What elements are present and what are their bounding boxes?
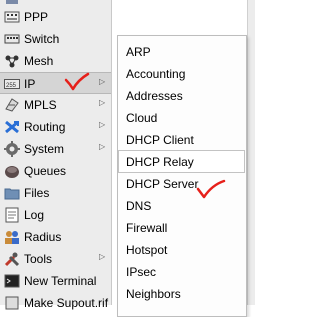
submenu-item-label: DHCP Relay bbox=[126, 155, 194, 169]
sidebar-item-mpls[interactable]: MPLS ▷ bbox=[0, 94, 111, 116]
sidebar-item-switch[interactable]: Switch bbox=[0, 28, 111, 50]
sidebar-item-system[interactable]: System ▷ bbox=[0, 138, 111, 160]
background-panel-edge bbox=[247, 0, 255, 305]
sidebar-menu: PPP Switch Mesh 255 IP ▷ MPLS ▷ Routing … bbox=[0, 0, 112, 310]
sidebar-item-label: Files bbox=[24, 186, 50, 200]
submenu-item-label: Cloud bbox=[126, 111, 158, 125]
submenu-item-label: Firewall bbox=[126, 221, 168, 235]
sidebar-item-label: Make Supout.rif bbox=[24, 296, 109, 310]
sidebar-item-new-terminal[interactable]: New Terminal bbox=[0, 270, 111, 292]
submenu-item-neighbors[interactable]: Neighbors bbox=[119, 283, 245, 304]
submenu-item-label: DNS bbox=[126, 199, 152, 213]
log-icon bbox=[4, 207, 20, 223]
sidebar-item-label: System bbox=[24, 142, 65, 156]
sidebar-item-label: Switch bbox=[24, 32, 60, 46]
submenu-item-accounting[interactable]: Accounting bbox=[119, 63, 245, 84]
checkmark-annotation-dhcp-server bbox=[196, 179, 226, 199]
svg-text:255: 255 bbox=[6, 83, 17, 89]
submenu-item-ipsec[interactable]: IPsec bbox=[119, 261, 245, 282]
sidebar-item-label: Queues bbox=[24, 164, 67, 178]
sidebar-item-label: Tools bbox=[24, 252, 53, 266]
sidebar-item-queues[interactable]: Queues bbox=[0, 160, 111, 182]
sidebar-item-label: Mesh bbox=[24, 54, 54, 68]
submenu-item-label: ARP bbox=[126, 45, 151, 59]
sidebar-item-log[interactable]: Log bbox=[0, 204, 111, 226]
files-folder-icon bbox=[4, 185, 20, 201]
sidebar-item-ppp[interactable]: PPP bbox=[0, 6, 111, 28]
radius-users-icon bbox=[4, 229, 20, 245]
sidebar-item-label: PPP bbox=[24, 10, 49, 24]
checkmark-annotation-ip bbox=[64, 72, 90, 91]
sidebar-item-files[interactable]: Files bbox=[0, 182, 111, 204]
submenu-item-label: Hotspot bbox=[126, 243, 168, 257]
tools-icon bbox=[4, 251, 20, 267]
ip-icon: 255 bbox=[4, 76, 20, 92]
system-gear-icon bbox=[4, 141, 20, 157]
ip-submenu: ARP Accounting Addresses Cloud DHCP Clie… bbox=[117, 35, 247, 317]
submenu-item-arp[interactable]: ARP bbox=[119, 41, 245, 62]
submenu-item-label: IPsec bbox=[126, 265, 157, 279]
sidebar-item-label: New Terminal bbox=[24, 274, 97, 288]
mesh-icon bbox=[4, 53, 20, 69]
submenu-item-dhcp-relay[interactable]: DHCP Relay bbox=[118, 150, 245, 173]
sidebar-item-make-supout[interactable]: Make Supout.rif bbox=[0, 292, 111, 314]
submenu-arrow-icon: ▷ bbox=[99, 142, 106, 151]
submenu-item-hotspot[interactable]: Hotspot bbox=[119, 239, 245, 260]
submenu-item-label: DHCP Server bbox=[126, 177, 199, 191]
submenu-arrow-icon: ▷ bbox=[99, 98, 106, 107]
switch-icon bbox=[4, 31, 20, 47]
submenu-item-label: Neighbors bbox=[126, 287, 181, 301]
submenu-item-dhcp-client[interactable]: DHCP Client bbox=[119, 129, 245, 150]
submenu-item-label: DHCP Client bbox=[126, 133, 194, 147]
queues-icon bbox=[4, 163, 20, 179]
sidebar-item-tools[interactable]: Tools ▷ bbox=[0, 248, 111, 270]
ppp-icon bbox=[4, 9, 20, 25]
sidebar-item-routing[interactable]: Routing ▷ bbox=[0, 116, 111, 138]
mpls-icon bbox=[4, 97, 20, 113]
submenu-item-label: Addresses bbox=[126, 89, 183, 103]
sidebar-item-radius[interactable]: Radius bbox=[0, 226, 111, 248]
submenu-arrow-icon: ▷ bbox=[99, 77, 106, 86]
submenu-item-cloud[interactable]: Cloud bbox=[119, 107, 245, 128]
submenu-arrow-icon: ▷ bbox=[99, 252, 106, 261]
submenu-item-firewall[interactable]: Firewall bbox=[119, 217, 245, 238]
routing-icon bbox=[4, 119, 20, 135]
sidebar-item-mesh[interactable]: Mesh bbox=[0, 50, 111, 72]
sidebar-item-label: IP bbox=[24, 77, 36, 91]
sidebar-item-label: Routing bbox=[24, 120, 66, 134]
sidebar-item-label: Log bbox=[24, 208, 45, 222]
sidebar-item-label: Radius bbox=[24, 230, 62, 244]
submenu-item-label: Accounting bbox=[126, 67, 186, 81]
sidebar-item-label: MPLS bbox=[24, 98, 57, 112]
submenu-item-addresses[interactable]: Addresses bbox=[119, 85, 245, 106]
terminal-icon bbox=[4, 273, 20, 289]
supout-icon bbox=[4, 295, 20, 311]
submenu-arrow-icon: ▷ bbox=[99, 120, 106, 129]
